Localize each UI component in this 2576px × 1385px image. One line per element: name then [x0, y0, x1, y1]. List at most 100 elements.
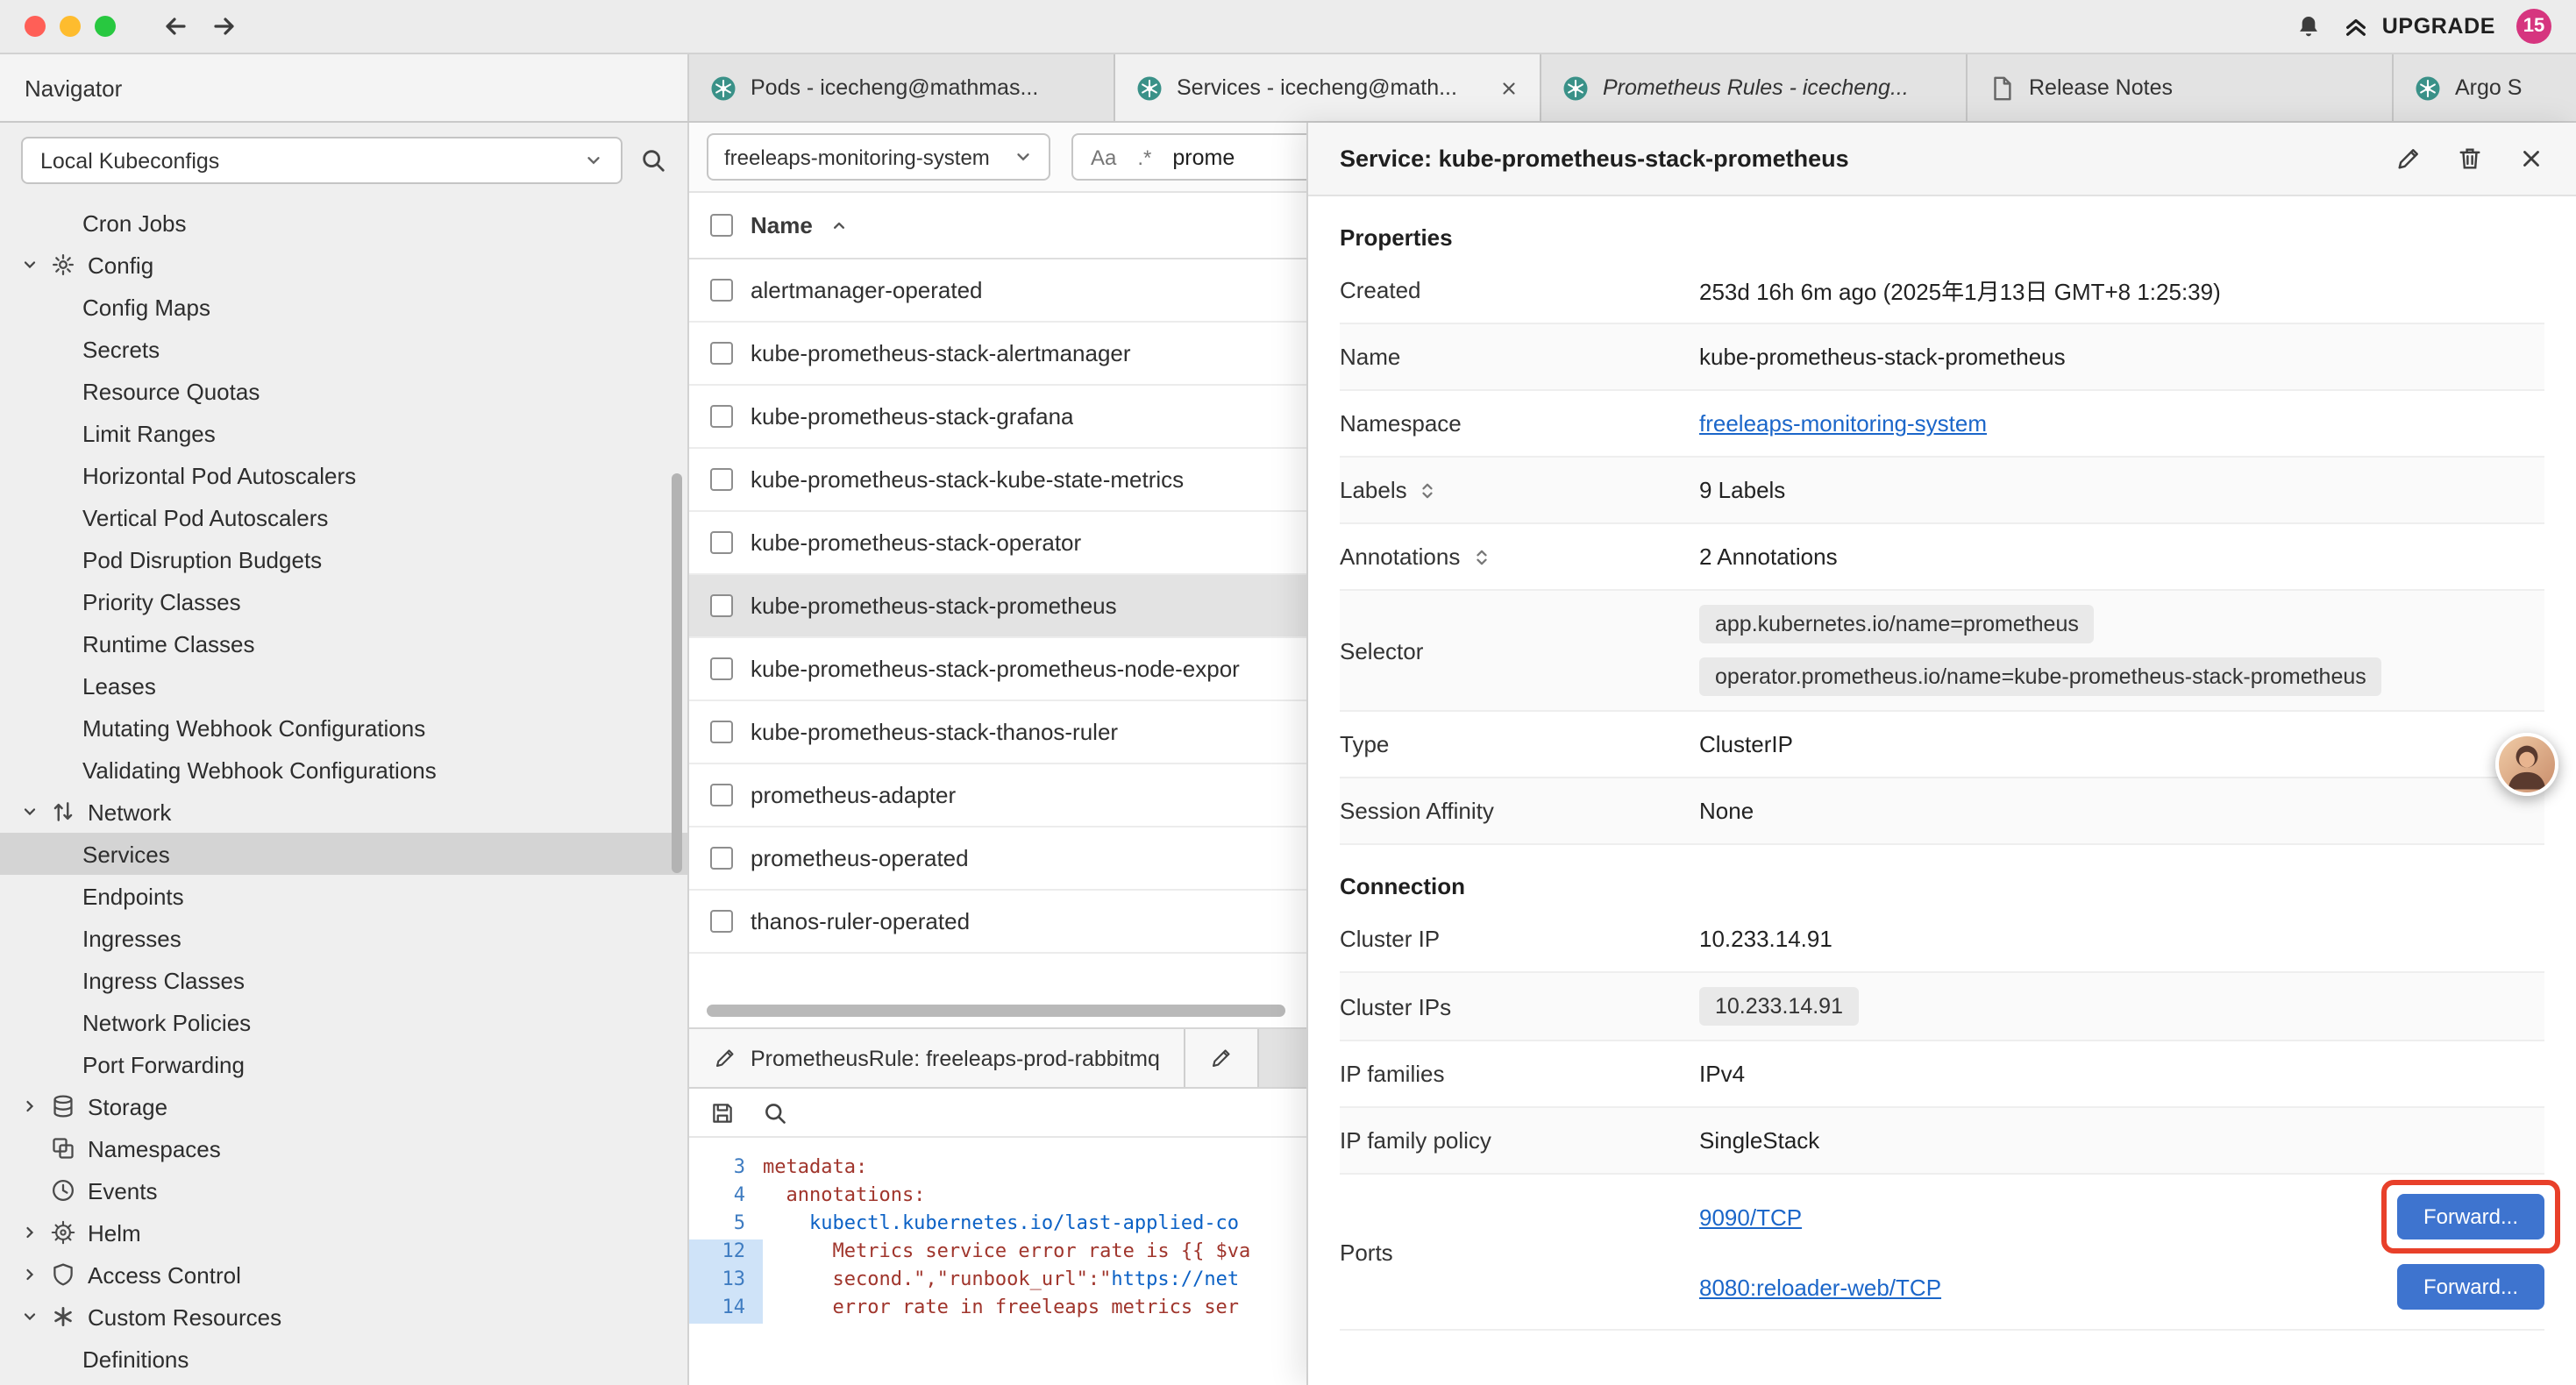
- row-checkbox[interactable]: [710, 721, 733, 743]
- row-checkbox[interactable]: [710, 468, 733, 491]
- sidebar-item-access-control[interactable]: Access Control: [0, 1254, 687, 1296]
- sidebar-item-limit-ranges[interactable]: Limit Ranges: [0, 412, 687, 454]
- sidebar-item-secrets[interactable]: Secrets: [0, 328, 687, 370]
- namespace-link[interactable]: freeleaps-monitoring-system: [1699, 410, 1987, 437]
- sidebar-item-port-forwarding[interactable]: Port Forwarding: [0, 1043, 687, 1085]
- detail-label: Annotations: [1340, 543, 1699, 570]
- port-link[interactable]: 8080:reloader-web/TCP: [1699, 1274, 1941, 1300]
- row-checkbox[interactable]: [710, 279, 733, 302]
- detail-label: IP family policy: [1340, 1127, 1699, 1154]
- code-segment: error rate in freeleaps metrics ser: [763, 1296, 1239, 1318]
- sidebar-item-config-maps[interactable]: Config Maps: [0, 286, 687, 328]
- row-checkbox[interactable]: [710, 594, 733, 617]
- sidebar-item-custom-resources[interactable]: Custom Resources: [0, 1296, 687, 1338]
- sidebar-item-storage[interactable]: Storage: [0, 1085, 687, 1127]
- forward-button[interactable]: Forward...: [2397, 1194, 2544, 1239]
- sidebar-item-validating-webhook-configurations[interactable]: Validating Webhook Configurations: [0, 749, 687, 791]
- sidebar-item-label: Network Policies: [82, 1009, 251, 1035]
- minimize-window-button[interactable]: [60, 16, 81, 37]
- chevron-right-icon: [21, 1224, 39, 1241]
- detail-row-ip-families: IP familiesIPv4: [1340, 1041, 2544, 1108]
- row-checkbox[interactable]: [710, 342, 733, 365]
- dock-tab-prometheusrule-freeleaps-prod-rabbitmq[interactable]: PrometheusRule: freeleaps-prod-rabbitmq: [689, 1029, 1186, 1087]
- sidebar-item-runtime-classes[interactable]: Runtime Classes: [0, 622, 687, 664]
- select-all-checkbox[interactable]: [710, 214, 733, 237]
- namespace-select[interactable]: freeleaps-monitoring-system: [707, 133, 1050, 181]
- regex-toggle[interactable]: .*: [1137, 145, 1151, 169]
- sidebar-item-cron-jobs[interactable]: Cron Jobs: [0, 202, 687, 244]
- detail-label-text: Created: [1340, 277, 1421, 303]
- back-button[interactable]: [161, 12, 189, 40]
- sidebar-item-ingresses[interactable]: Ingresses: [0, 917, 687, 959]
- detail-text: 2 Annotations: [1699, 543, 2544, 570]
- tab-label: Services - icecheng@math...: [1177, 75, 1485, 100]
- detail-text: SingleStack: [1699, 1127, 2544, 1154]
- sidebar-search-icon[interactable]: [640, 147, 666, 174]
- close-window-button[interactable]: [25, 16, 46, 37]
- row-checkbox[interactable]: [710, 531, 733, 554]
- sidebar-item-mutating-webhook-configurations[interactable]: Mutating Webhook Configurations: [0, 707, 687, 749]
- sidebar-item-events[interactable]: Events: [0, 1169, 687, 1211]
- updown-icon[interactable]: [1470, 546, 1491, 567]
- sidebar-item-ingress-classes[interactable]: Ingress Classes: [0, 959, 687, 1001]
- code-segment: kubectl.kubernetes.io/last-applied-co: [763, 1211, 1239, 1234]
- save-icon[interactable]: [710, 1100, 735, 1125]
- tab-prometheus-rules-icecheng[interactable]: Prometheus Rules - icecheng...: [1541, 54, 1968, 121]
- tab-label: Argo S: [2455, 75, 2576, 100]
- navigator-header: Navigator: [0, 54, 689, 121]
- sidebar-scrollbar[interactable]: [672, 473, 682, 873]
- close-icon[interactable]: [1499, 78, 1519, 97]
- sidebar-item-vertical-pod-autoscalers[interactable]: Vertical Pod Autoscalers: [0, 496, 687, 538]
- detail-row-ip-family-policy: IP family policySingleStack: [1340, 1108, 2544, 1175]
- row-checkbox[interactable]: [710, 784, 733, 806]
- updown-icon[interactable]: [1418, 479, 1439, 501]
- tab-argo-s[interactable]: Argo S: [2394, 54, 2576, 121]
- sidebar-item-helm[interactable]: Helm: [0, 1211, 687, 1254]
- match-case-toggle[interactable]: Aa: [1091, 145, 1116, 169]
- edit-button[interactable]: [2395, 146, 2422, 172]
- sidebar-item-network-policies[interactable]: Network Policies: [0, 1001, 687, 1043]
- app-window: UPGRADE 15 Navigator Pods - icecheng@mat…: [0, 0, 2576, 1385]
- row-checkbox[interactable]: [710, 405, 733, 428]
- sidebar-item-label: Storage: [88, 1093, 167, 1119]
- events-icon: [51, 1178, 75, 1203]
- sidebar-item-priority-classes[interactable]: Priority Classes: [0, 580, 687, 622]
- detail-label: Type: [1340, 731, 1699, 757]
- port-link[interactable]: 9090/TCP: [1699, 1204, 1802, 1230]
- row-checkbox[interactable]: [710, 657, 733, 680]
- kubeconfig-select[interactable]: Local Kubeconfigs: [21, 137, 623, 184]
- sidebar-item-label: Custom Resources: [88, 1303, 281, 1330]
- notification-count-badge[interactable]: 15: [2516, 9, 2551, 44]
- tab-pods-icecheng-mathmas[interactable]: Pods - icecheng@mathmas...: [689, 54, 1115, 121]
- sidebar-item-network[interactable]: Network: [0, 791, 687, 833]
- horizontal-scrollbar[interactable]: [707, 1005, 1285, 1017]
- notifications-button[interactable]: [2296, 13, 2323, 39]
- sidebar-item-horizontal-pod-autoscalers[interactable]: Horizontal Pod Autoscalers: [0, 454, 687, 496]
- tab-release-notes[interactable]: Release Notes: [1968, 54, 2394, 121]
- forward-button[interactable]: Forward...: [2397, 1264, 2544, 1310]
- sidebar-item-services[interactable]: Services: [0, 833, 687, 875]
- column-header-name[interactable]: Name: [751, 212, 813, 238]
- close-drawer-button[interactable]: [2518, 146, 2544, 172]
- delete-button[interactable]: [2457, 146, 2483, 172]
- forward-button[interactable]: [210, 12, 238, 40]
- row-checkbox[interactable]: [710, 910, 733, 933]
- assistant-avatar[interactable]: [2495, 733, 2558, 796]
- sidebar-item-pod-disruption-budgets[interactable]: Pod Disruption Budgets: [0, 538, 687, 580]
- sidebar-item-definitions[interactable]: Definitions: [0, 1338, 687, 1380]
- sidebar-item-namespaces[interactable]: Namespaces: [0, 1127, 687, 1169]
- dock-tab-2[interactable]: [1186, 1029, 1260, 1087]
- sidebar-item-leases[interactable]: Leases: [0, 664, 687, 707]
- search-input[interactable]: prome: [1172, 145, 1235, 169]
- maximize-window-button[interactable]: [95, 16, 116, 37]
- sidebar-item-endpoints[interactable]: Endpoints: [0, 875, 687, 917]
- upgrade-button[interactable]: UPGRADE: [2344, 13, 2495, 39]
- sidebar-item-config[interactable]: Config: [0, 244, 687, 286]
- row-checkbox[interactable]: [710, 847, 733, 870]
- detail-label: IP families: [1340, 1061, 1699, 1087]
- detail-label-text: Cluster IP: [1340, 926, 1440, 952]
- tab-services-icecheng-math[interactable]: Services - icecheng@math...: [1115, 54, 1541, 121]
- editor-search-icon[interactable]: [763, 1100, 787, 1125]
- sidebar-item-resource-quotas[interactable]: Resource Quotas: [0, 370, 687, 412]
- sidebar-item-label: Ingress Classes: [82, 967, 245, 993]
